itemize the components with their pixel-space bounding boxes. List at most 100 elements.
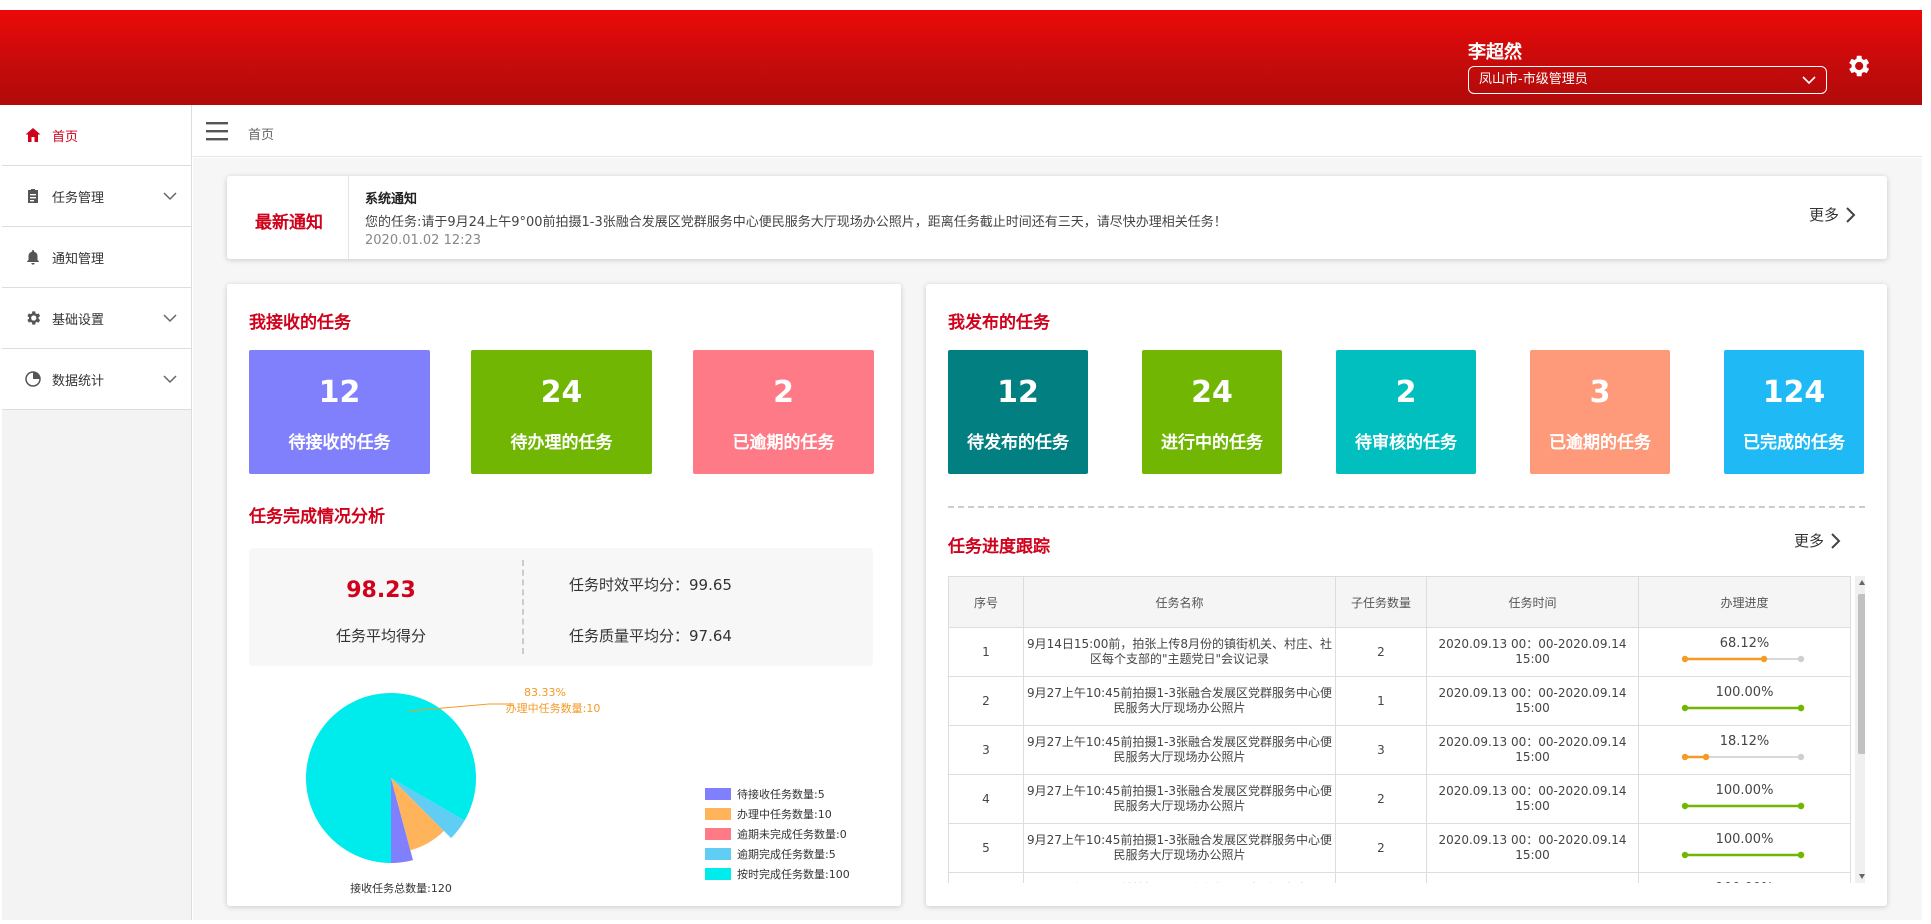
pie-annotation-percent: 83.33% [524,686,566,699]
legend-item[interactable]: 逾期完成任务数量:5 [705,844,850,864]
stat-value: 2 [1395,375,1417,410]
table-cell-time: 2020.09.13 00：00-2020.09.14 15:00 [1426,823,1639,873]
scroll-down-icon[interactable] [1858,872,1865,880]
table-scrollbar[interactable] [1855,576,1865,883]
notice-text[interactable]: 您的任务:请于9月24上午9°00前拍摄1-3张融合发展区党群服务中心便民服务大… [365,211,1227,230]
tracking-table-body: 1 9月14日15:00前，拍张上传8月份的镇街机关、村庄、社区每个支部的"主题党… [948,627,1851,883]
stat-label: 待发布的任务 [967,433,1069,453]
stat-pending-publish[interactable]: 12 待发布的任务 [948,350,1088,474]
sidebar-item-task-management[interactable]: 任务管理 [2,166,191,227]
stat-label: 已完成的任务 [1743,433,1845,453]
score-box: 98.23 任务平均得分 任务时效平均分：99.65 任务质量平均分：97.64 [249,548,873,666]
settings-gear-icon[interactable] [1844,52,1872,80]
table-row[interactable]: 69月27上午10:45前拍摄1-3张融合发展区党群服务中心便民服务大厅现场办公… [948,872,1851,883]
table-cell-sub: 2 [1335,627,1427,677]
legend-swatch [705,848,731,860]
received-tasks-title: 我接收的任务 [249,313,351,333]
scroll-thumb[interactable] [1858,594,1865,754]
progress-dot [1681,704,1688,712]
menu-toggle-icon[interactable] [206,121,228,141]
legend-item[interactable]: 办理中任务数量:10 [705,804,850,824]
user-name: 李超然 [1468,42,1522,63]
progress-dot [1797,704,1804,712]
table-cell-no: 5 [948,823,1024,873]
legend-label: 办理中任务数量:10 [737,808,832,821]
sidebar-item-notice-management[interactable]: 通知管理 [2,227,191,288]
stat-completed[interactable]: 124 已完成的任务 [1724,350,1864,474]
stat-in-progress[interactable]: 24 进行中的任务 [1142,350,1282,474]
breadcrumb[interactable]: 首页 [248,124,274,143]
notice-more-link[interactable]: 更多 [1809,204,1857,225]
table-header-row: 序号 任务名称 子任务数量 任务时间 办理进度 [948,576,1851,628]
sidebar-item-label: 任务管理 [52,190,105,206]
column-header: 子任务数量 [1335,576,1427,628]
scroll-up-icon[interactable] [1858,579,1865,587]
table-cell-sub: 2 [1335,774,1427,824]
progress-dot [1681,753,1688,761]
table-cell-progress: 18.12% [1638,725,1851,775]
stat-pending-review[interactable]: 2 待审核的任务 [1336,350,1476,474]
stat-label: 待办理的任务 [510,433,613,453]
sidebar-item-home[interactable]: 首页 [2,105,191,166]
pie-legend: 待接收任务数量:5 办理中任务数量:10 逾期未完成任务数量:0 逾期完成任务数量:5… [705,784,850,884]
table-row[interactable]: 5 9月27上午10:45前拍摄1-3张融合发展区党群服务中心便民服务大厅现场办公… [948,823,1851,873]
main-content: 最新通知 系统通知 您的任务:请于9月24上午9°00前拍摄1-3张融合发展区党… [193,158,1922,920]
notice-divider [348,176,349,259]
progress-dot [1760,655,1767,663]
table-cell-time: 2020.09.13 00：00-2020.09.14 15:00 [1426,627,1639,677]
stat-value: 3 [1589,375,1611,410]
pie-svg: 83.33% 办理中任务数量:10 接收任务总数量:120 [306,686,600,895]
stat-value: 124 [1762,375,1826,410]
sidebar-item-label: 首页 [52,129,79,145]
stat-published-overdue[interactable]: 3 已逾期的任务 [1530,350,1670,474]
legend-item[interactable]: 按时完成任务数量:100 [705,864,850,884]
table-row[interactable]: 2 9月27上午10:45前拍摄1-3张融合发展区党群服务中心便民服务大厅现场办公… [948,676,1851,726]
sidebar-item-data-statistics[interactable]: 数据统计 [2,349,191,410]
table-row[interactable]: 1 9月14日15:00前，拍张上传8月份的镇街机关、村庄、社区每个支部的"主题党… [948,627,1851,677]
legend-item[interactable]: 待接收任务数量:5 [705,784,850,804]
table-row[interactable]: 3 9月27上午10:45前拍摄1-3张融合发展区党群服务中心便民服务大厅现场办公… [948,725,1851,775]
published-tasks-card: 我发布的任务 12 待发布的任务 24 进行中的任务 2 待审核的任务 3 已逾… [926,284,1887,906]
notice-card: 最新通知 系统通知 您的任务:请于9月24上午9°00前拍摄1-3张融合发展区党… [227,176,1887,259]
analysis-title: 任务完成情况分析 [249,507,385,527]
table-cell-time: 2020.09.13 00：00-2020.09.14 15:00 [1426,774,1639,824]
chevron-right-icon [1846,206,1856,223]
sidebar-item-basic-settings[interactable]: 基础设置 [2,288,191,349]
avg-score-value: 98.23 [346,578,416,603]
score-divider [522,560,524,654]
table-cell-sub: 1 [1335,676,1427,726]
progress-percent: 100.00% [1715,832,1774,847]
progress-bar [1681,704,1804,712]
more-label: 更多 [1809,206,1840,224]
column-header: 任务时间 [1426,576,1639,628]
legend-swatch [705,788,731,800]
stat-label: 进行中的任务 [1161,433,1263,453]
table-cell-no: 4 [948,774,1024,824]
task-pie-chart: 83.33% 办理中任务数量:10 接收任务总数量:120 待接收任务数量:5 办理中… [249,676,879,900]
progress-dot [1681,655,1688,663]
stat-pending-receive[interactable]: 12 待接收的任务 [249,350,430,474]
table-cell-name: 9月27上午10:45前拍摄1-3张融合发展区党群服务中心便民服务大厅现场办公照… [1023,872,1336,883]
table-cell-name: 9月14日15:00前，拍张上传8月份的镇街机关、村庄、社区每个支部的"主题党日… [1023,627,1336,677]
role-select[interactable]: 凤山市-市级管理员 [1468,66,1827,94]
table-cell-no: 3 [948,725,1024,775]
role-select-value: 凤山市-市级管理员 [1479,72,1588,87]
column-header: 办理进度 [1638,576,1851,628]
topbar: 首页 [193,105,1922,157]
table-cell-progress: 68.12% [1638,627,1851,677]
stat-overdue[interactable]: 2 已逾期的任务 [693,350,874,474]
table-cell-sub: 2 [1335,823,1427,873]
table-cell-progress: 100.00% [1638,676,1851,726]
app: 李超然 凤山市-市级管理员 首页 任务管理 通知管理 基础设置 数据统计 首页 … [0,0,1931,924]
tracking-more-link[interactable]: 更多 [1794,530,1842,551]
legend-item[interactable]: 逾期未完成任务数量:0 [705,824,850,844]
stat-value: 24 [1191,375,1233,410]
sidebar-item-label: 通知管理 [52,251,105,267]
pie-total-label: 接收任务总数量:120 [350,881,452,895]
progress-percent: 100.00% [1715,685,1774,700]
table-row[interactable]: 4 9月27上午10:45前拍摄1-3张融合发展区党群服务中心便民服务大厅现场办公… [948,774,1851,824]
chevron-right-icon [1831,532,1841,549]
column-header: 任务名称 [1023,576,1336,628]
progress-dot [1702,753,1709,761]
stat-pending-handle[interactable]: 24 待办理的任务 [471,350,652,474]
